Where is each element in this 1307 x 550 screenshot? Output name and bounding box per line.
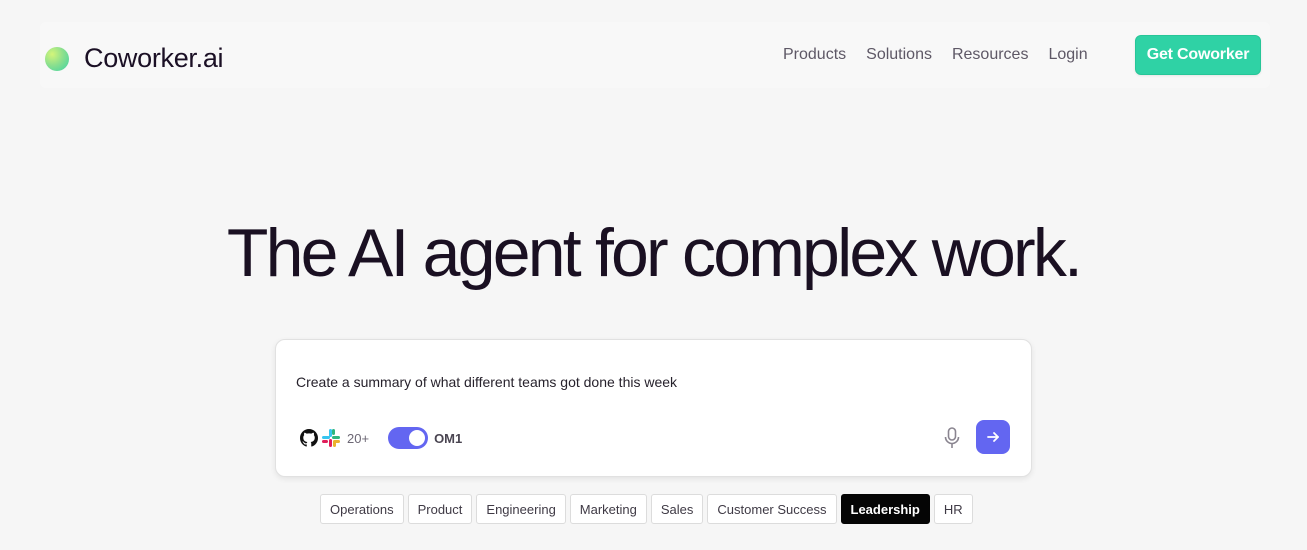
brand-logo[interactable]: Coworker.ai [45, 43, 224, 74]
nav-link-login[interactable]: Login [1048, 46, 1087, 64]
model-label: OM1 [434, 430, 463, 446]
hero-title: The AI agent for complex work. [226, 215, 1083, 291]
chip-leadership[interactable]: Leadership [840, 494, 930, 524]
chip-customer-success[interactable]: Customer Success [707, 494, 837, 524]
prompt-toolbar: 20+ OM1 [300, 427, 463, 449]
nav-links: Products Solutions Resources Login [783, 46, 1108, 64]
github-icon[interactable] [300, 429, 318, 447]
chip-hr[interactable]: HR [933, 494, 973, 524]
nav-link-products[interactable]: Products [783, 46, 846, 64]
brand-name: Coworker.ai [84, 43, 224, 73]
arrow-right-icon [987, 432, 999, 442]
nav-link-resources[interactable]: Resources [952, 46, 1028, 64]
microphone-button[interactable] [941, 426, 963, 450]
chip-sales[interactable]: Sales [650, 494, 704, 524]
page: Coworker.ai Products Solutions Resources… [0, 0, 1307, 550]
top-navbar: Coworker.ai Products Solutions Resources… [40, 22, 1270, 88]
prompt-input[interactable]: Create a summary of what different teams… [296, 374, 677, 390]
microphone-icon [944, 427, 960, 448]
slack-icon[interactable] [322, 429, 340, 447]
category-chips: Operations Product Engineering Marketing… [320, 494, 977, 524]
chip-engineering[interactable]: Engineering [476, 494, 566, 524]
integrations-count[interactable]: 20+ [347, 431, 369, 446]
chip-marketing[interactable]: Marketing [569, 494, 647, 524]
logo-orb-icon [45, 46, 69, 71]
send-button[interactable] [976, 420, 1010, 454]
chip-operations[interactable]: Operations [320, 494, 404, 524]
get-coworker-button[interactable]: Get Coworker [1135, 35, 1261, 75]
nav-link-solutions[interactable]: Solutions [866, 46, 932, 64]
chip-product[interactable]: Product [407, 494, 473, 524]
prompt-box: Create a summary of what different teams… [275, 339, 1032, 477]
model-toggle[interactable] [388, 427, 429, 449]
toggle-knob [409, 430, 426, 446]
